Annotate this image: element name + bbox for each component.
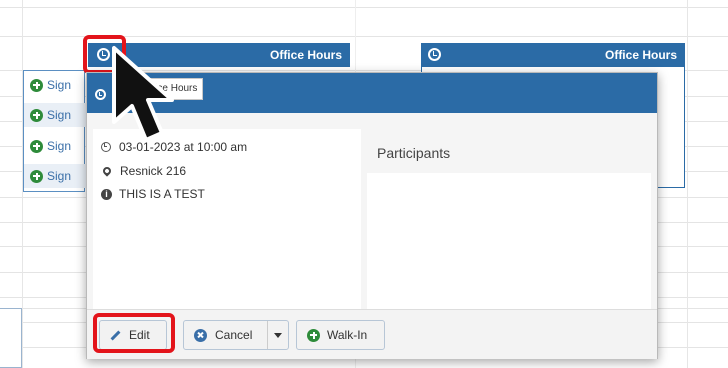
participants-panel: Participants <box>367 129 653 309</box>
signup-label: Sign <box>47 108 72 122</box>
plus-circle-icon <box>30 78 43 92</box>
clock-icon <box>95 89 106 100</box>
signup-button[interactable]: Sign <box>24 73 86 97</box>
signup-button[interactable]: Sign <box>24 103 86 127</box>
grid-line <box>0 7 728 8</box>
signup-label: Sign <box>47 139 72 153</box>
plus-circle-icon <box>30 169 43 183</box>
signup-label: Sign <box>47 78 72 92</box>
office-hours-event[interactable]: Office Hours <box>421 43 685 67</box>
location-text: Resnick 216 <box>120 164 187 178</box>
cancel-circle-icon <box>194 328 207 342</box>
walk-in-button[interactable]: Walk-In <box>296 320 385 350</box>
signup-button[interactable]: Sign <box>24 164 86 188</box>
edit-button-highlight <box>93 313 175 353</box>
event-location: Resnick 216 <box>101 164 186 178</box>
event-title: Office Hours <box>604 48 677 62</box>
clock-icon[interactable] <box>428 48 441 61</box>
map-pin-icon <box>101 165 113 177</box>
info-icon: i <box>101 188 112 200</box>
participants-title: Participants <box>377 145 451 161</box>
walk-in-label: Walk-In <box>327 328 368 342</box>
signup-list: Sign Sign Sign Sign <box>23 70 86 192</box>
description-text: THIS IS A TEST <box>119 187 205 201</box>
side-panel-edge <box>0 308 22 368</box>
signup-label: Sign <box>47 169 72 183</box>
plus-circle-icon <box>30 108 43 122</box>
mouse-cursor-icon <box>112 46 174 142</box>
grid-line <box>687 0 688 368</box>
plus-circle-icon <box>30 139 43 153</box>
participants-list <box>367 173 651 309</box>
plus-circle-icon <box>307 328 320 342</box>
button-divider <box>267 321 268 349</box>
cancel-label: Cancel <box>215 328 253 342</box>
cancel-button[interactable]: Cancel <box>183 320 289 350</box>
calendar-screen: Office Hours Office Hours Sign Sign Sign… <box>0 0 728 368</box>
event-info-panel: 03-01-2023 at 10:00 am Resnick 216 i THI… <box>93 129 361 309</box>
event-description: i THIS IS A TEST <box>101 187 205 201</box>
chevron-down-icon[interactable] <box>274 333 282 338</box>
event-title: Office Hours <box>269 48 342 62</box>
signup-button[interactable]: Sign <box>24 134 86 158</box>
